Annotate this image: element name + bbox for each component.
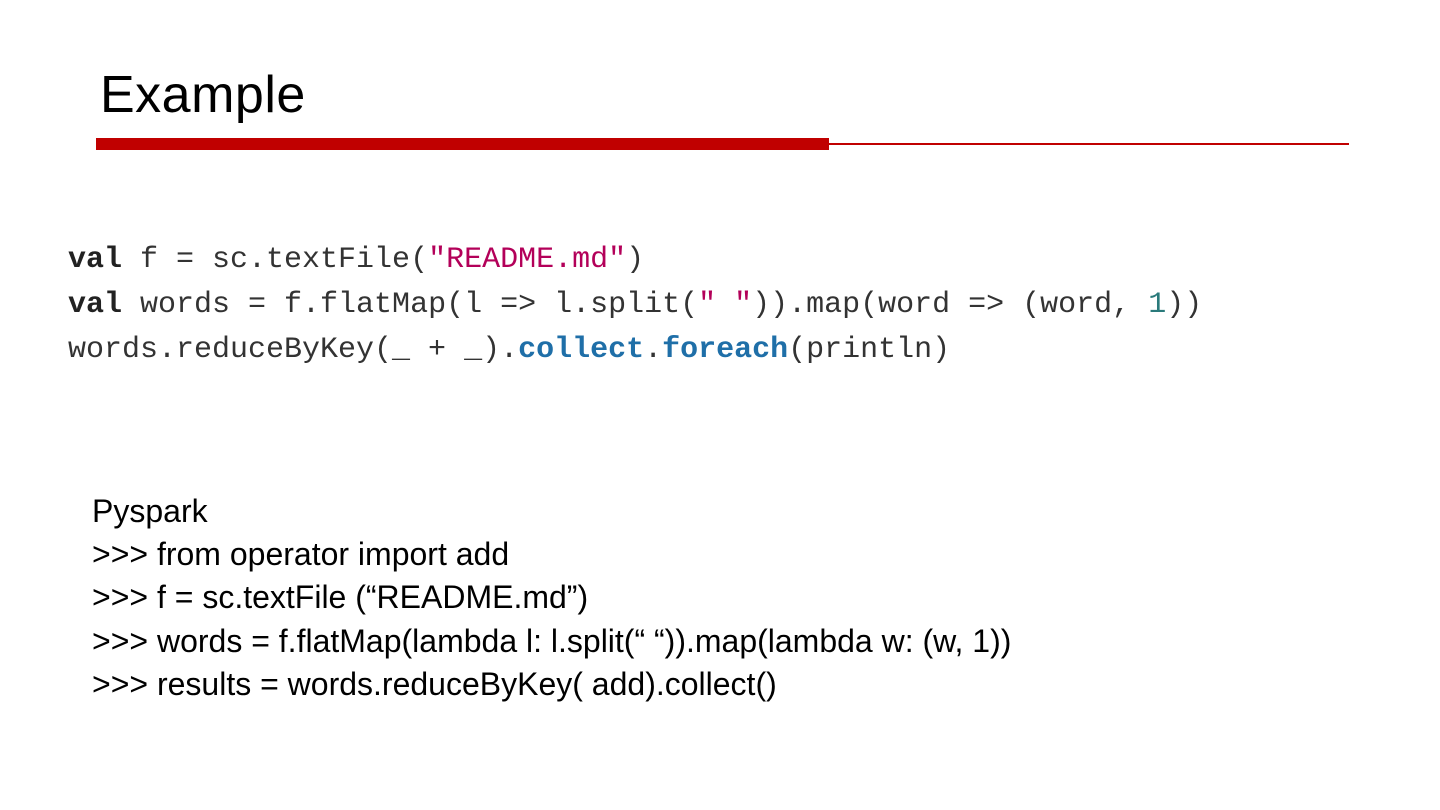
scala-keyword-val: val [68,243,122,277]
slide-example: Example val f = sc.textFile("README.md")… [0,0,1440,810]
scala-code-block: val f = sc.textFile("README.md") val wor… [68,238,1202,373]
code-text: f = sc.textFile( [122,243,428,277]
scala-keyword-val: val [68,288,122,322]
pyspark-heading: Pyspark [92,490,1011,533]
scala-string-literal: "README.md" [428,243,626,277]
title-rule-thick [96,138,829,150]
code-text: )) [1166,288,1202,322]
code-text: (println) [788,333,950,367]
code-text: )).map(word => (word, [752,288,1148,322]
scala-string-literal: " " [698,288,752,322]
scala-method-collect: collect [518,333,644,367]
pyspark-line-3: >>> words = f.flatMap(lambda l: l.split(… [92,620,1011,663]
scala-number-literal: 1 [1148,288,1166,322]
slide-title: Example [100,65,306,125]
title-rule-thin [829,143,1349,145]
code-text: ) [626,243,644,277]
code-text: words = f.flatMap(l => l.split( [122,288,698,322]
scala-line-3: words.reduceByKey(_ + _).collect.foreach… [68,333,950,367]
scala-line-1: val f = sc.textFile("README.md") [68,243,644,277]
scala-method-foreach: foreach [662,333,788,367]
pyspark-line-4: >>> results = words.reduceByKey( add).co… [92,663,1011,706]
scala-line-2: val words = f.flatMap(l => l.split(" "))… [68,288,1202,322]
pyspark-code-block: Pyspark >>> from operator import add >>>… [92,490,1011,706]
pyspark-line-1: >>> from operator import add [92,533,1011,576]
code-text: . [644,333,662,367]
pyspark-line-2: >>> f = sc.textFile (“README.md”) [92,576,1011,619]
code-text: words.reduceByKey(_ + _). [68,333,518,367]
